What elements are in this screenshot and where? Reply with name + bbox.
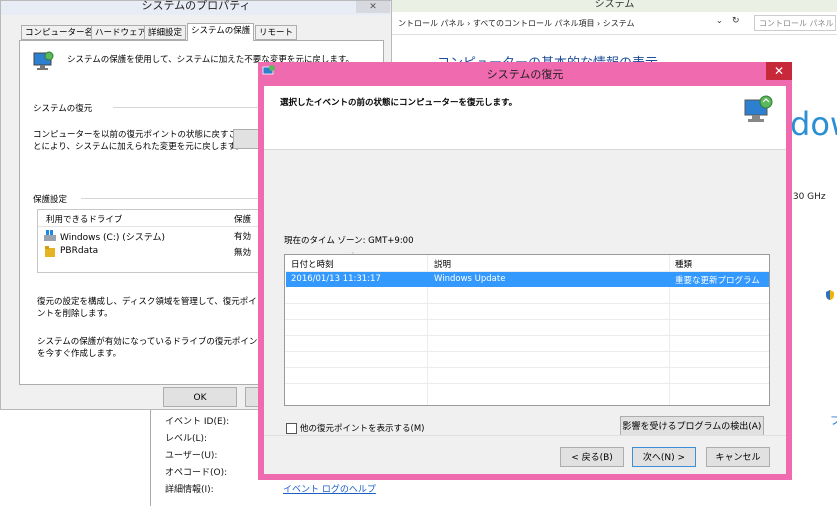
row-divider — [285, 319, 769, 320]
drive-column-header[interactable]: 利用できるドライブ — [46, 213, 122, 225]
refresh-icon[interactable]: ↻ — [732, 16, 744, 30]
system-protection-icon — [33, 51, 54, 70]
configure-description-line1: 復元の設定を構成し、ディスク領域を管理して、復元ポイ — [37, 297, 257, 307]
show-more-checkbox[interactable] — [286, 423, 297, 434]
description-column-header[interactable]: 説明 — [434, 258, 451, 270]
back-button[interactable]: < 戻る(B) — [560, 447, 624, 467]
cpu-speed-text: .30 GHz — [790, 192, 826, 202]
cancel-button[interactable]: キャンセル — [706, 447, 770, 467]
tab-advanced[interactable]: 詳細設定 — [144, 25, 187, 40]
windows-brand-text: dow — [790, 105, 837, 143]
dialog-title: システムのプロパティ — [1, 0, 391, 15]
restore-point-description: Windows Update — [434, 274, 506, 284]
tab-computer-name[interactable]: コンピューター名 — [21, 25, 98, 40]
system-restore-button[interactable] — [233, 129, 259, 149]
restore-description-line2: とにより、システムに加えられた変更を元に戻します。 — [33, 142, 244, 152]
system-restore-dialog: システムの復元 ✕ 選択したイベントの前の状態にコンピューターを復元します。 現… — [258, 62, 792, 480]
create-description-line2: を今すぐ作成します。 — [37, 349, 122, 359]
row-divider — [285, 335, 769, 336]
drive-name: PBRdata — [60, 246, 99, 256]
tab-system-protection[interactable]: システムの保護 — [187, 23, 255, 41]
drive-row[interactable]: PBRdata 無効 — [38, 245, 258, 260]
row-divider — [285, 367, 769, 368]
more-info-label: 詳細情報(I): — [165, 485, 214, 495]
protection-column-header[interactable]: 保護 — [234, 213, 251, 225]
event-log-help-link[interactable]: イベント ログのヘルプ — [283, 482, 376, 495]
scan-affected-programs-button[interactable]: 影響を受けるプログラムの検出(A) — [620, 416, 764, 436]
system-window-title: システム — [392, 0, 837, 12]
tab-remote[interactable]: リモート — [255, 25, 298, 40]
drive-status: 有効 — [234, 232, 252, 242]
table-row-selected[interactable]: 2016/01/13 11:31:17 Windows Update 重要な更新… — [286, 272, 769, 287]
folder-drive-icon — [45, 246, 55, 257]
drive-row[interactable]: Windows (C:) (システム) 有効 — [38, 229, 258, 244]
system-restore-icon — [744, 95, 773, 122]
dialog-body: 現在のタイム ゾーン: GMT+9:00 日付と時刻 説明 種類 ˇ 2016/… — [264, 149, 786, 436]
dialog-content: 選択したイベントの前の状態にコンピューターを復元します。 現在のタイム ゾーン:… — [264, 86, 786, 474]
opcode-label: オペコード(O): — [165, 468, 228, 478]
restore-point-type: 重要な更新プログラム — [675, 276, 760, 286]
date-column-header[interactable]: 日付と時刻 — [291, 258, 334, 270]
windows-drive-icon — [44, 230, 56, 241]
close-button[interactable]: ✕ — [766, 62, 792, 80]
restore-section-label: システムの復元 — [33, 104, 93, 114]
restore-points-table[interactable]: 日付と時刻 説明 種類 ˇ 2016/01/13 11:31:17 Window… — [284, 252, 770, 406]
shield-icon — [826, 290, 834, 300]
close-button[interactable]: ✕ — [356, 1, 390, 13]
side-link[interactable]: プ — [830, 412, 837, 428]
sort-indicator-icon: ˇ — [351, 252, 355, 260]
dialog-footer: < 戻る(B) 次へ(N) > キャンセル — [264, 435, 786, 474]
level-label: レベル(L): — [165, 434, 208, 444]
configure-description-line2: ントを削除します。 — [37, 309, 113, 319]
search-input[interactable]: コントロール パネル — [754, 15, 836, 31]
breadcrumb[interactable]: ントロール パネル › すべてのコントロール パネル項目 › システム — [398, 18, 635, 29]
drive-list[interactable]: 利用できるドライブ 保護 Windows (C:) (システム) 有効 PBRd… — [37, 209, 259, 273]
protection-section-label: 保護設定 — [33, 195, 68, 205]
create-description-line1: システムの保護が有効になっているドライブの復元ポイント — [37, 337, 266, 347]
dialog-header: 選択したイベントの前の状態にコンピューターを復元します。 — [264, 86, 786, 148]
ok-button[interactable]: OK — [163, 387, 237, 407]
user-label: ユーザー(U): — [165, 451, 218, 461]
restore-point-datetime: 2016/01/13 11:31:17 — [291, 274, 381, 284]
instruction-text: 選択したイベントの前の状態にコンピューターを復元します。 — [280, 98, 518, 108]
drive-name: Windows (C:) (システム) — [60, 233, 165, 243]
timezone-label: 現在のタイム ゾーン: GMT+9:00 — [284, 236, 414, 246]
row-divider — [285, 383, 769, 384]
event-id-label: イベント ID(E): — [165, 417, 230, 427]
tab-hardware[interactable]: ハードウェア — [91, 25, 151, 40]
restore-description-line1: コンピューターを以前の復元ポイントの状態に戻すこ — [33, 130, 238, 140]
dialog-title: システムの復元 — [486, 68, 564, 81]
drive-list-header: 利用できるドライブ 保護 — [38, 210, 258, 227]
row-divider — [285, 303, 769, 304]
next-button[interactable]: 次へ(N) > — [632, 447, 696, 467]
chevron-down-icon[interactable]: ⌄ — [716, 16, 728, 30]
type-column-header[interactable]: 種類 — [675, 258, 692, 270]
row-divider — [285, 351, 769, 352]
address-bar[interactable]: ントロール パネル › すべてのコントロール パネル項目 › システム ⌄ ↻ … — [392, 12, 837, 35]
cancel-button[interactable] — [245, 387, 259, 407]
show-more-label[interactable]: 他の復元ポイントを表示する(M) — [300, 422, 424, 434]
drive-status: 無効 — [234, 248, 252, 258]
